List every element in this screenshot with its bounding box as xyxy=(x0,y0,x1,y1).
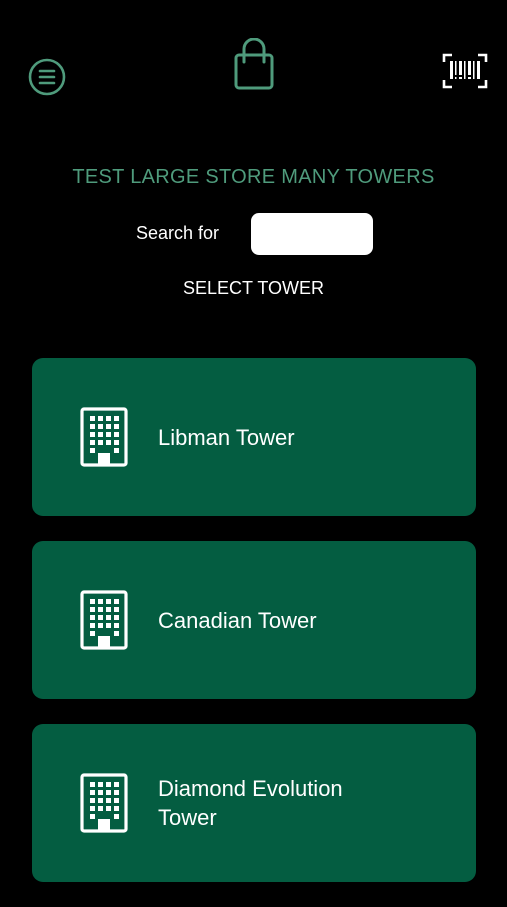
store-title: TEST LARGE STORE MANY TOWERS xyxy=(72,166,435,188)
tower-name: Canadian Tower xyxy=(158,607,317,633)
search-input[interactable] xyxy=(251,213,373,255)
tower-name: Diamond Evolution Tower xyxy=(158,776,343,830)
search-row: Search for xyxy=(0,213,507,255)
tower-card-diamond-evolution[interactable]: Diamond Evolution Tower xyxy=(32,724,476,882)
barcode-scan-icon xyxy=(442,53,488,89)
search-label: Search for xyxy=(136,223,220,243)
shopping-bag-button[interactable] xyxy=(231,37,277,92)
hamburger-menu-icon xyxy=(28,58,66,96)
tower-name: Libman Tower xyxy=(158,424,295,450)
select-tower-heading: SELECT TOWER xyxy=(182,278,325,298)
building-icon xyxy=(80,590,128,650)
tower-card-canadian[interactable]: Canadian Tower xyxy=(32,541,476,699)
building-icon xyxy=(80,407,128,467)
tower-list: Libman Tower Canadian Tower Diamond Evol… xyxy=(32,358,476,907)
barcode-scan-button[interactable] xyxy=(441,52,489,90)
app-header xyxy=(0,0,507,120)
tower-card-libman[interactable]: Libman Tower xyxy=(32,358,476,516)
building-icon xyxy=(80,773,128,833)
menu-button[interactable] xyxy=(28,58,66,96)
shopping-bag-icon xyxy=(234,37,274,90)
